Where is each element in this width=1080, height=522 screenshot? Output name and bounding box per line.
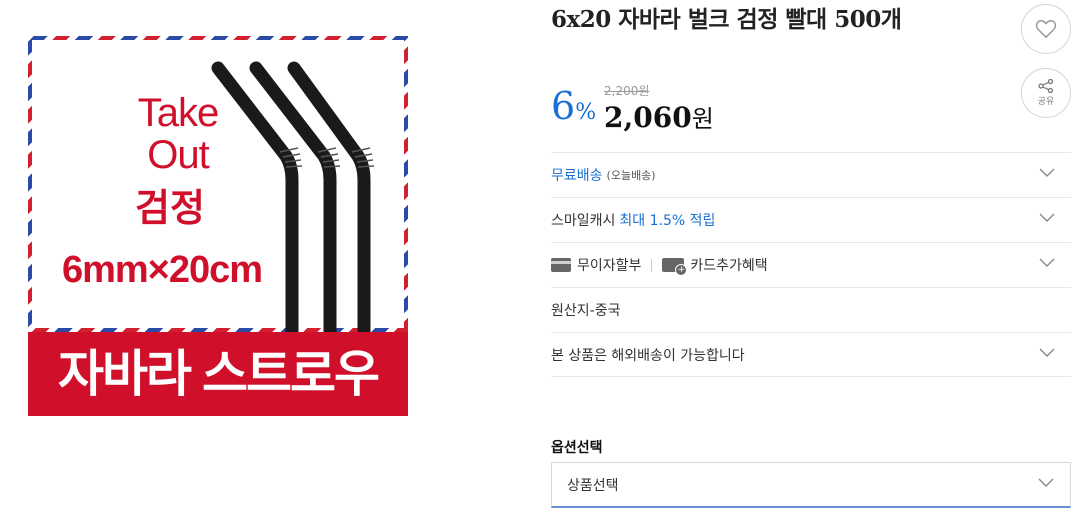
option-placeholder: 상품선택 [567, 477, 619, 494]
chevron-down-icon [1039, 258, 1055, 267]
original-price: 2,200원 [604, 84, 650, 98]
smile-cash-rate: 최대 1.5% 적립 [619, 213, 716, 229]
smile-cash-row[interactable]: 스마일캐시 최대 1.5% 적립 [551, 197, 1071, 242]
discount-rate: 6% [551, 84, 596, 128]
chevron-down-icon [1039, 168, 1055, 177]
overseas-shipping-row[interactable]: 본 상품은 해외배송이 가능합니다 [551, 332, 1071, 377]
card-plus-icon [662, 258, 688, 276]
sale-price: 2,060원 [604, 99, 714, 134]
product-image: Take Out 검정 6mm×20cm 자바라 스트로우 [28, 36, 408, 416]
smile-cash-label: 스마일캐시 [551, 213, 616, 229]
product-info-list: 무료배송 (오늘배송) 스마일캐시 최대 1.5% 적립 무이자할부 카드추가혜… [551, 152, 1071, 377]
product-title: 6x20 자바라 벌크 검정 빨대 500개 [551, 6, 902, 33]
discount-unit: % [575, 100, 597, 125]
shipping-row[interactable]: 무료배송 (오늘배송) [551, 152, 1071, 197]
card-benefits-row[interactable]: 무이자할부 카드추가혜택 [551, 242, 1071, 287]
chevron-down-icon [1039, 348, 1055, 357]
shipping-label: 무료배송 [551, 168, 603, 184]
share-icon [1038, 79, 1054, 93]
image-brand-text: 자바라 스트로우 [58, 346, 380, 402]
installment-label: 무이자할부 [577, 258, 642, 274]
chevron-down-icon [1039, 213, 1055, 222]
sale-price-value: 2,060 [604, 101, 692, 134]
share-button[interactable]: 공유 [1021, 68, 1071, 118]
card-benefit-label: 카드추가혜택 [690, 258, 768, 274]
divider [651, 258, 653, 272]
option-section-title: 옵션선택 [551, 440, 603, 456]
like-button[interactable] [1021, 4, 1071, 54]
sale-price-unit: 원 [691, 105, 714, 133]
discount-number: 6 [551, 84, 576, 128]
heart-icon [1035, 20, 1057, 38]
overseas-label: 본 상품은 해외배송이 가능합니다 [551, 347, 745, 364]
product-option-select[interactable]: 상품선택 [551, 462, 1071, 508]
origin-label: 원산지-중국 [551, 303, 621, 319]
share-label: 공유 [1037, 97, 1055, 107]
straws-illustration [211, 61, 375, 336]
origin-row: 원산지-중국 [551, 287, 1071, 332]
chevron-down-icon [1038, 478, 1054, 487]
shipping-note: (오늘배송) [606, 169, 656, 182]
card-icon [551, 258, 571, 272]
